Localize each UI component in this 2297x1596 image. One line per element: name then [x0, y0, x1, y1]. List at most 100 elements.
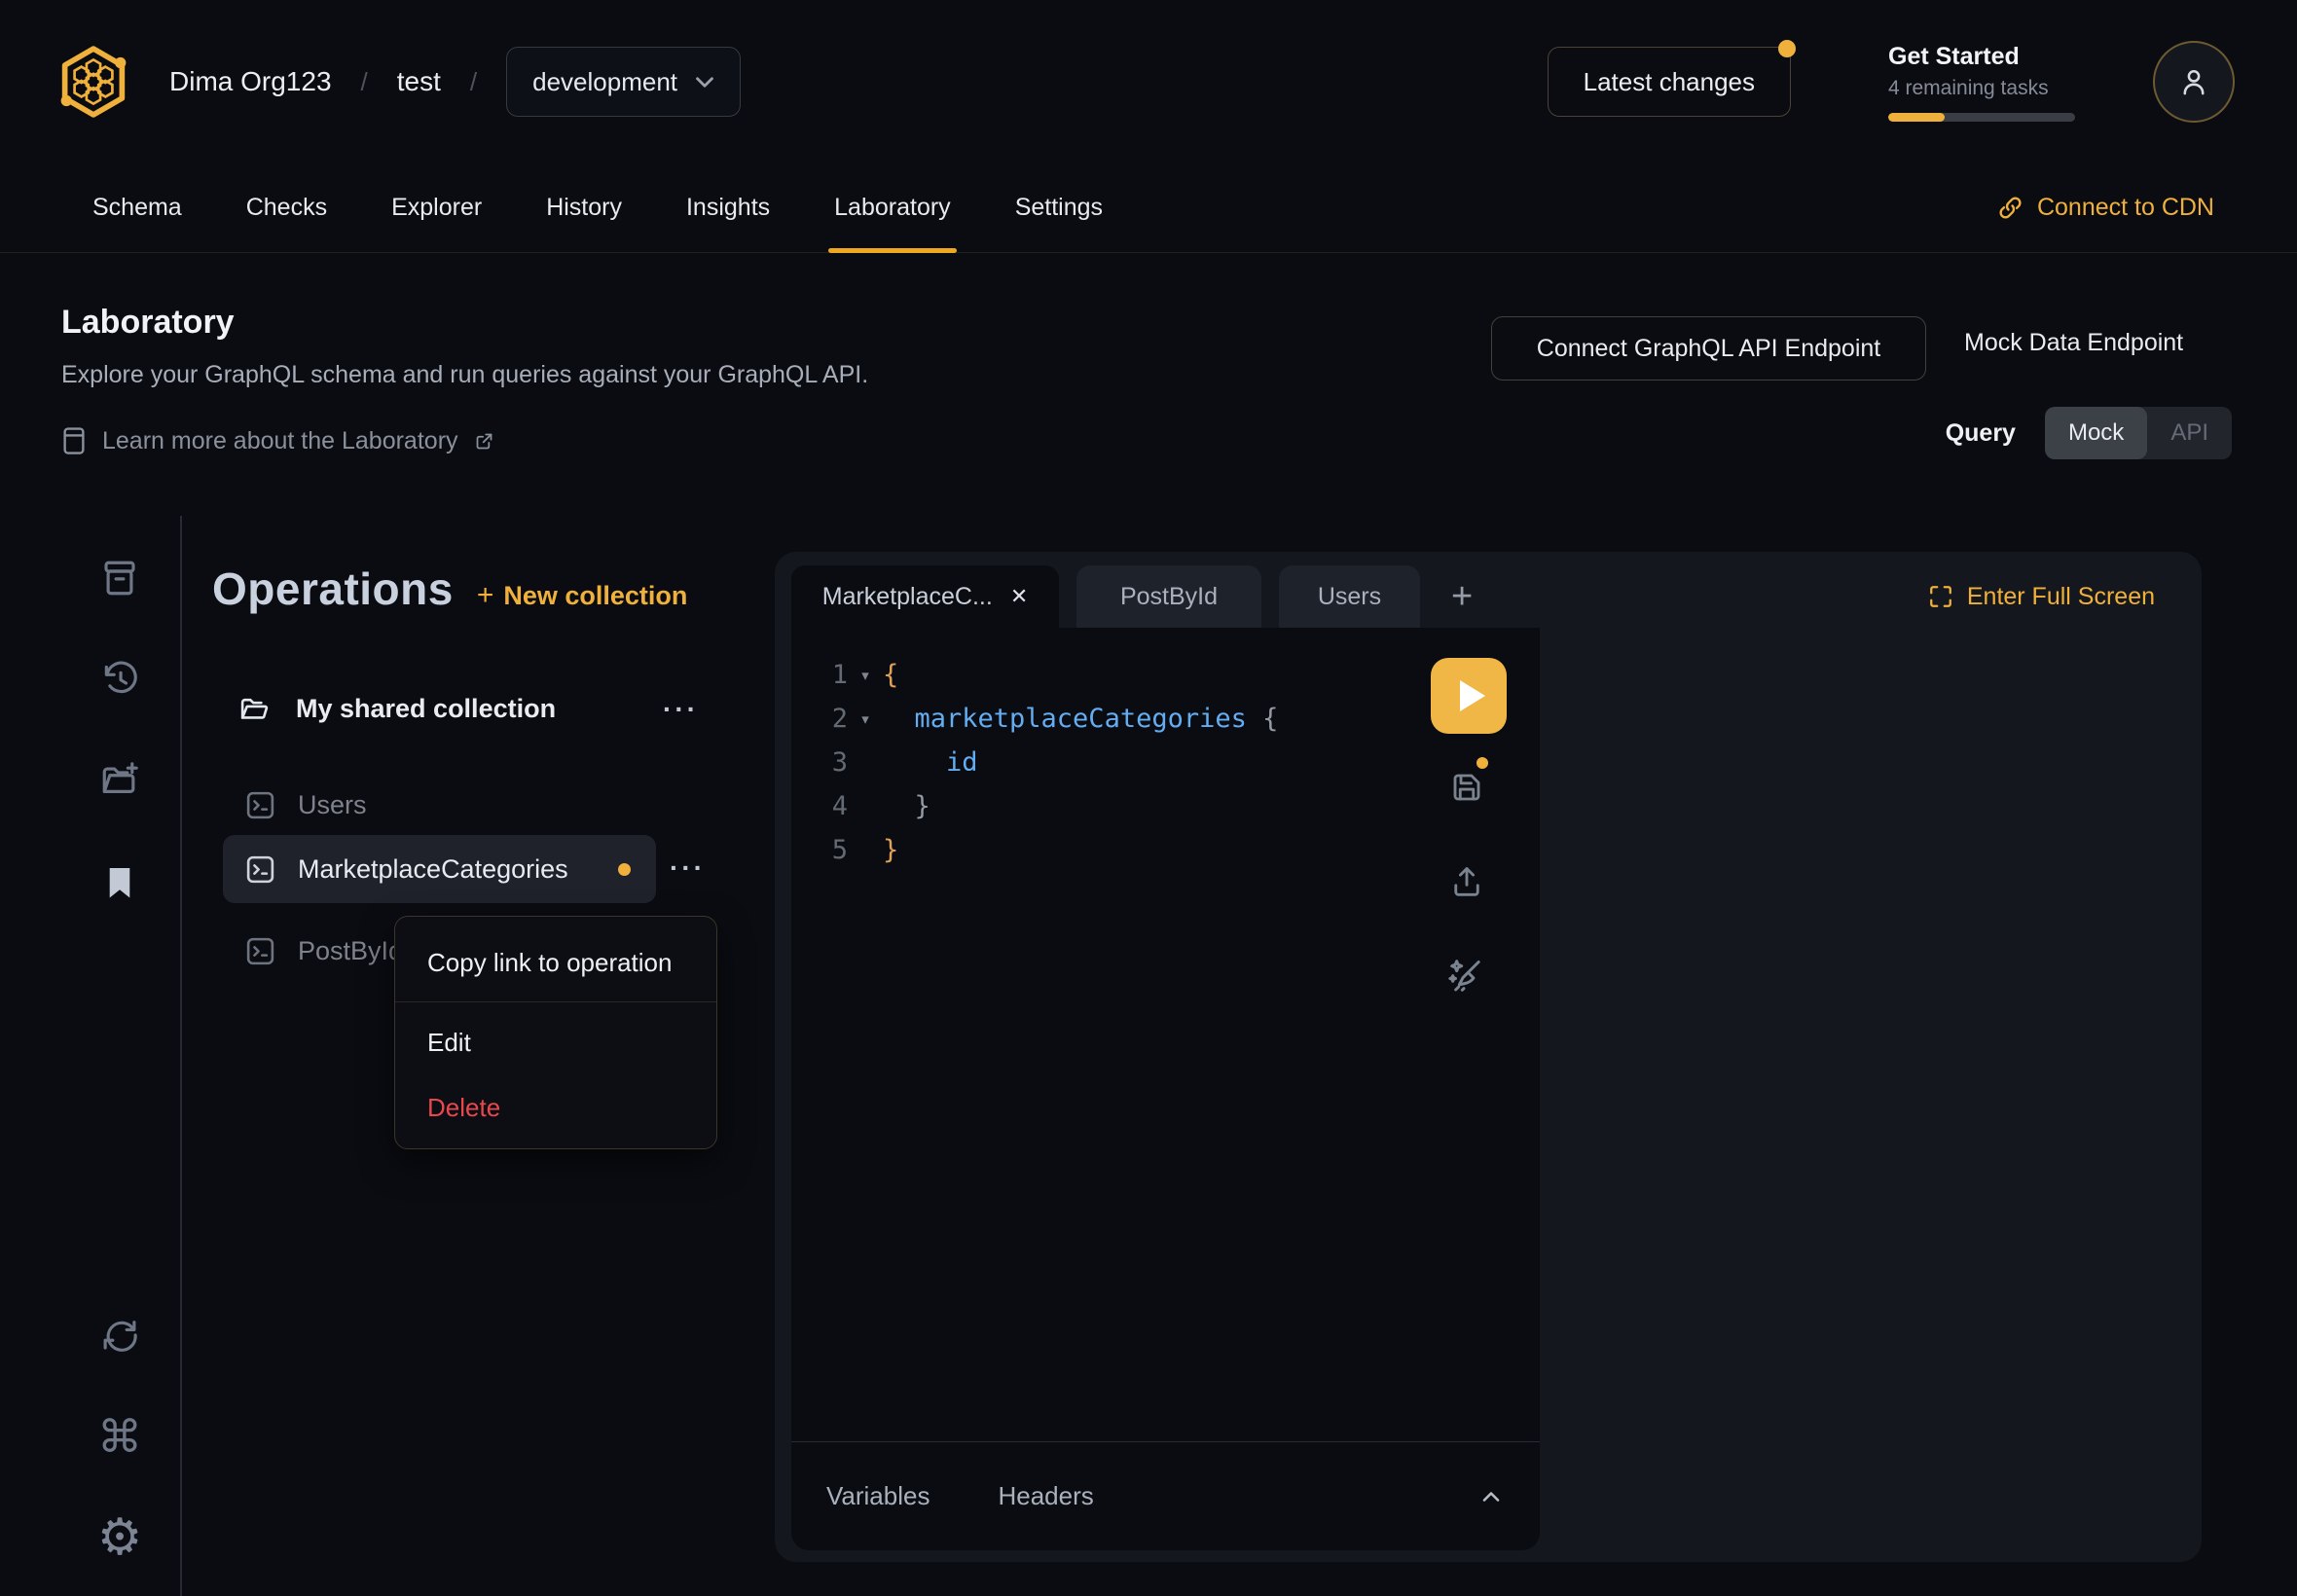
command-icon[interactable]: ⌘: [97, 1414, 142, 1459]
unsaved-dot: [1475, 755, 1490, 771]
breadcrumb-org[interactable]: Dima Org123: [169, 66, 332, 97]
hive-logo-icon[interactable]: [58, 45, 128, 119]
mode-mock[interactable]: Mock: [2045, 407, 2147, 459]
collection-more-button[interactable]: ···: [663, 700, 699, 719]
code-token: id: [883, 747, 978, 778]
code-token: {: [883, 660, 898, 690]
get-started-progress: [1888, 113, 2075, 122]
get-started-widget[interactable]: Get Started 4 remaining tasks: [1888, 43, 2075, 122]
menu-item-edit[interactable]: Edit: [395, 1002, 716, 1068]
tab-laboratory[interactable]: Laboratory: [834, 163, 951, 252]
collection-row[interactable]: My shared collection ···: [238, 693, 699, 725]
get-started-subtitle: 4 remaining tasks: [1888, 77, 2075, 100]
environment-dropdown[interactable]: development: [506, 47, 741, 117]
page-description: Explore your GraphQL schema and run quer…: [61, 361, 868, 389]
editor-tab-post-by-id[interactable]: PostById: [1076, 565, 1261, 628]
collection-name: My shared collection: [296, 694, 556, 724]
close-icon[interactable]: ✕: [1010, 584, 1028, 609]
primary-nav: Schema Checks Explorer History Insights …: [0, 163, 2297, 253]
sync-icon[interactable]: [97, 1313, 142, 1358]
connect-graphql-endpoint-button[interactable]: Connect GraphQL API Endpoint: [1491, 316, 1926, 381]
book-icon: [61, 426, 87, 455]
code-line: 2 ▾ marketplaceCategories {: [791, 697, 1540, 741]
breadcrumb-separator: /: [361, 67, 368, 97]
query-editor[interactable]: 1 ▾ { 2 ▾ marketplaceCategories { 3 id 4: [791, 628, 1540, 1550]
tab-history[interactable]: History: [546, 163, 622, 252]
line-number: 1: [791, 660, 848, 690]
settings-gear-icon[interactable]: ⚙: [97, 1515, 142, 1560]
operation-label: PostById: [298, 936, 403, 966]
tab-checks[interactable]: Checks: [246, 163, 327, 252]
operations-title: Operations: [212, 562, 454, 615]
save-button[interactable]: [1449, 770, 1484, 805]
code-token: }: [883, 835, 898, 865]
tab-insights[interactable]: Insights: [686, 163, 770, 252]
menu-item-copy-link[interactable]: Copy link to operation: [395, 921, 716, 1001]
editor-tab-users[interactable]: Users: [1279, 565, 1420, 628]
operations-header: Operations + New collection: [212, 562, 687, 615]
tab-settings[interactable]: Settings: [1015, 163, 1103, 252]
operation-label: MarketplaceCategories: [298, 854, 568, 885]
code-line: 4 }: [791, 784, 1540, 828]
collections-archive-icon[interactable]: [97, 556, 142, 600]
response-area: [1540, 628, 2202, 1550]
learn-more-link[interactable]: Learn more about the Laboratory: [61, 426, 868, 455]
fold-arrow-icon[interactable]: ▾: [848, 667, 883, 684]
tab-explorer[interactable]: Explorer: [391, 163, 482, 252]
mode-api[interactable]: API: [2147, 407, 2232, 459]
operation-more-button[interactable]: ···: [670, 858, 706, 878]
fullscreen-icon: [1928, 584, 1953, 609]
bookmark-icon[interactable]: [97, 860, 142, 905]
link-icon: [1997, 195, 2024, 221]
fold-arrow-icon[interactable]: ▾: [848, 710, 883, 728]
breadcrumb-project[interactable]: test: [397, 66, 441, 97]
code-line: 5 }: [791, 828, 1540, 872]
variables-tab[interactable]: Variables: [826, 1481, 930, 1511]
menu-item-delete[interactable]: Delete: [395, 1068, 716, 1133]
new-tab-button[interactable]: +: [1451, 578, 1473, 615]
editor-tab-label: MarketplaceC...: [822, 583, 993, 611]
prettify-broom-icon[interactable]: [1445, 956, 1484, 995]
run-query-button[interactable]: [1431, 658, 1507, 734]
line-number: 2: [791, 704, 848, 734]
share-icon[interactable]: [1449, 864, 1484, 899]
chevron-down-icon: [695, 76, 714, 89]
code-lines: 1 ▾ { 2 ▾ marketplaceCategories { 3 id 4: [791, 628, 1540, 872]
play-icon: [1460, 680, 1485, 711]
chevron-up-icon[interactable]: [1477, 1483, 1505, 1510]
history-icon[interactable]: [97, 657, 142, 702]
editor-tab-marketplace[interactable]: MarketplaceC... ✕: [791, 565, 1059, 628]
tab-schema[interactable]: Schema: [92, 163, 182, 252]
app-root: Dima Org123 / test / development Latest …: [0, 0, 2297, 1596]
breadcrumb-separator: /: [470, 67, 477, 97]
operation-icon: [244, 789, 276, 821]
headers-tab[interactable]: Headers: [998, 1481, 1093, 1511]
new-collection-label: New collection: [503, 581, 687, 611]
page-title: Laboratory: [61, 304, 868, 342]
operation-icon: [244, 935, 276, 967]
progress-fill: [1888, 113, 1945, 122]
vertical-divider: [180, 516, 182, 1596]
operation-item-marketplace-categories[interactable]: MarketplaceCategories: [223, 835, 656, 903]
query-label: Query: [1946, 419, 2016, 448]
editor-tab-label: PostById: [1120, 583, 1218, 611]
unsaved-changes-dot: [618, 863, 631, 876]
user-avatar[interactable]: [2153, 41, 2235, 123]
operation-icon: [244, 853, 276, 886]
new-collection-link[interactable]: + New collection: [477, 579, 688, 612]
folder-plus-icon[interactable]: [97, 758, 142, 803]
latest-changes-label: Latest changes: [1584, 67, 1755, 96]
line-number: 4: [791, 791, 848, 821]
laboratory-editor-panel: MarketplaceC... ✕ PostById Users + Enter…: [775, 552, 2202, 1562]
operation-item-post-by-id[interactable]: PostById: [244, 920, 403, 982]
operation-item-users[interactable]: Users: [244, 774, 367, 836]
line-number: 3: [791, 747, 848, 778]
mock-data-endpoint-button[interactable]: Mock Data Endpoint: [1964, 329, 2183, 357]
laboratory-header: Laboratory Explore your GraphQL schema a…: [61, 304, 868, 455]
environment-value: development: [532, 67, 677, 97]
line-number: 5: [791, 835, 848, 865]
plus-icon: +: [477, 579, 494, 612]
enter-fullscreen-link[interactable]: Enter Full Screen: [1928, 583, 2155, 611]
connect-to-cdn-link[interactable]: Connect to CDN: [1997, 163, 2214, 252]
latest-changes-button[interactable]: Latest changes: [1548, 47, 1791, 117]
